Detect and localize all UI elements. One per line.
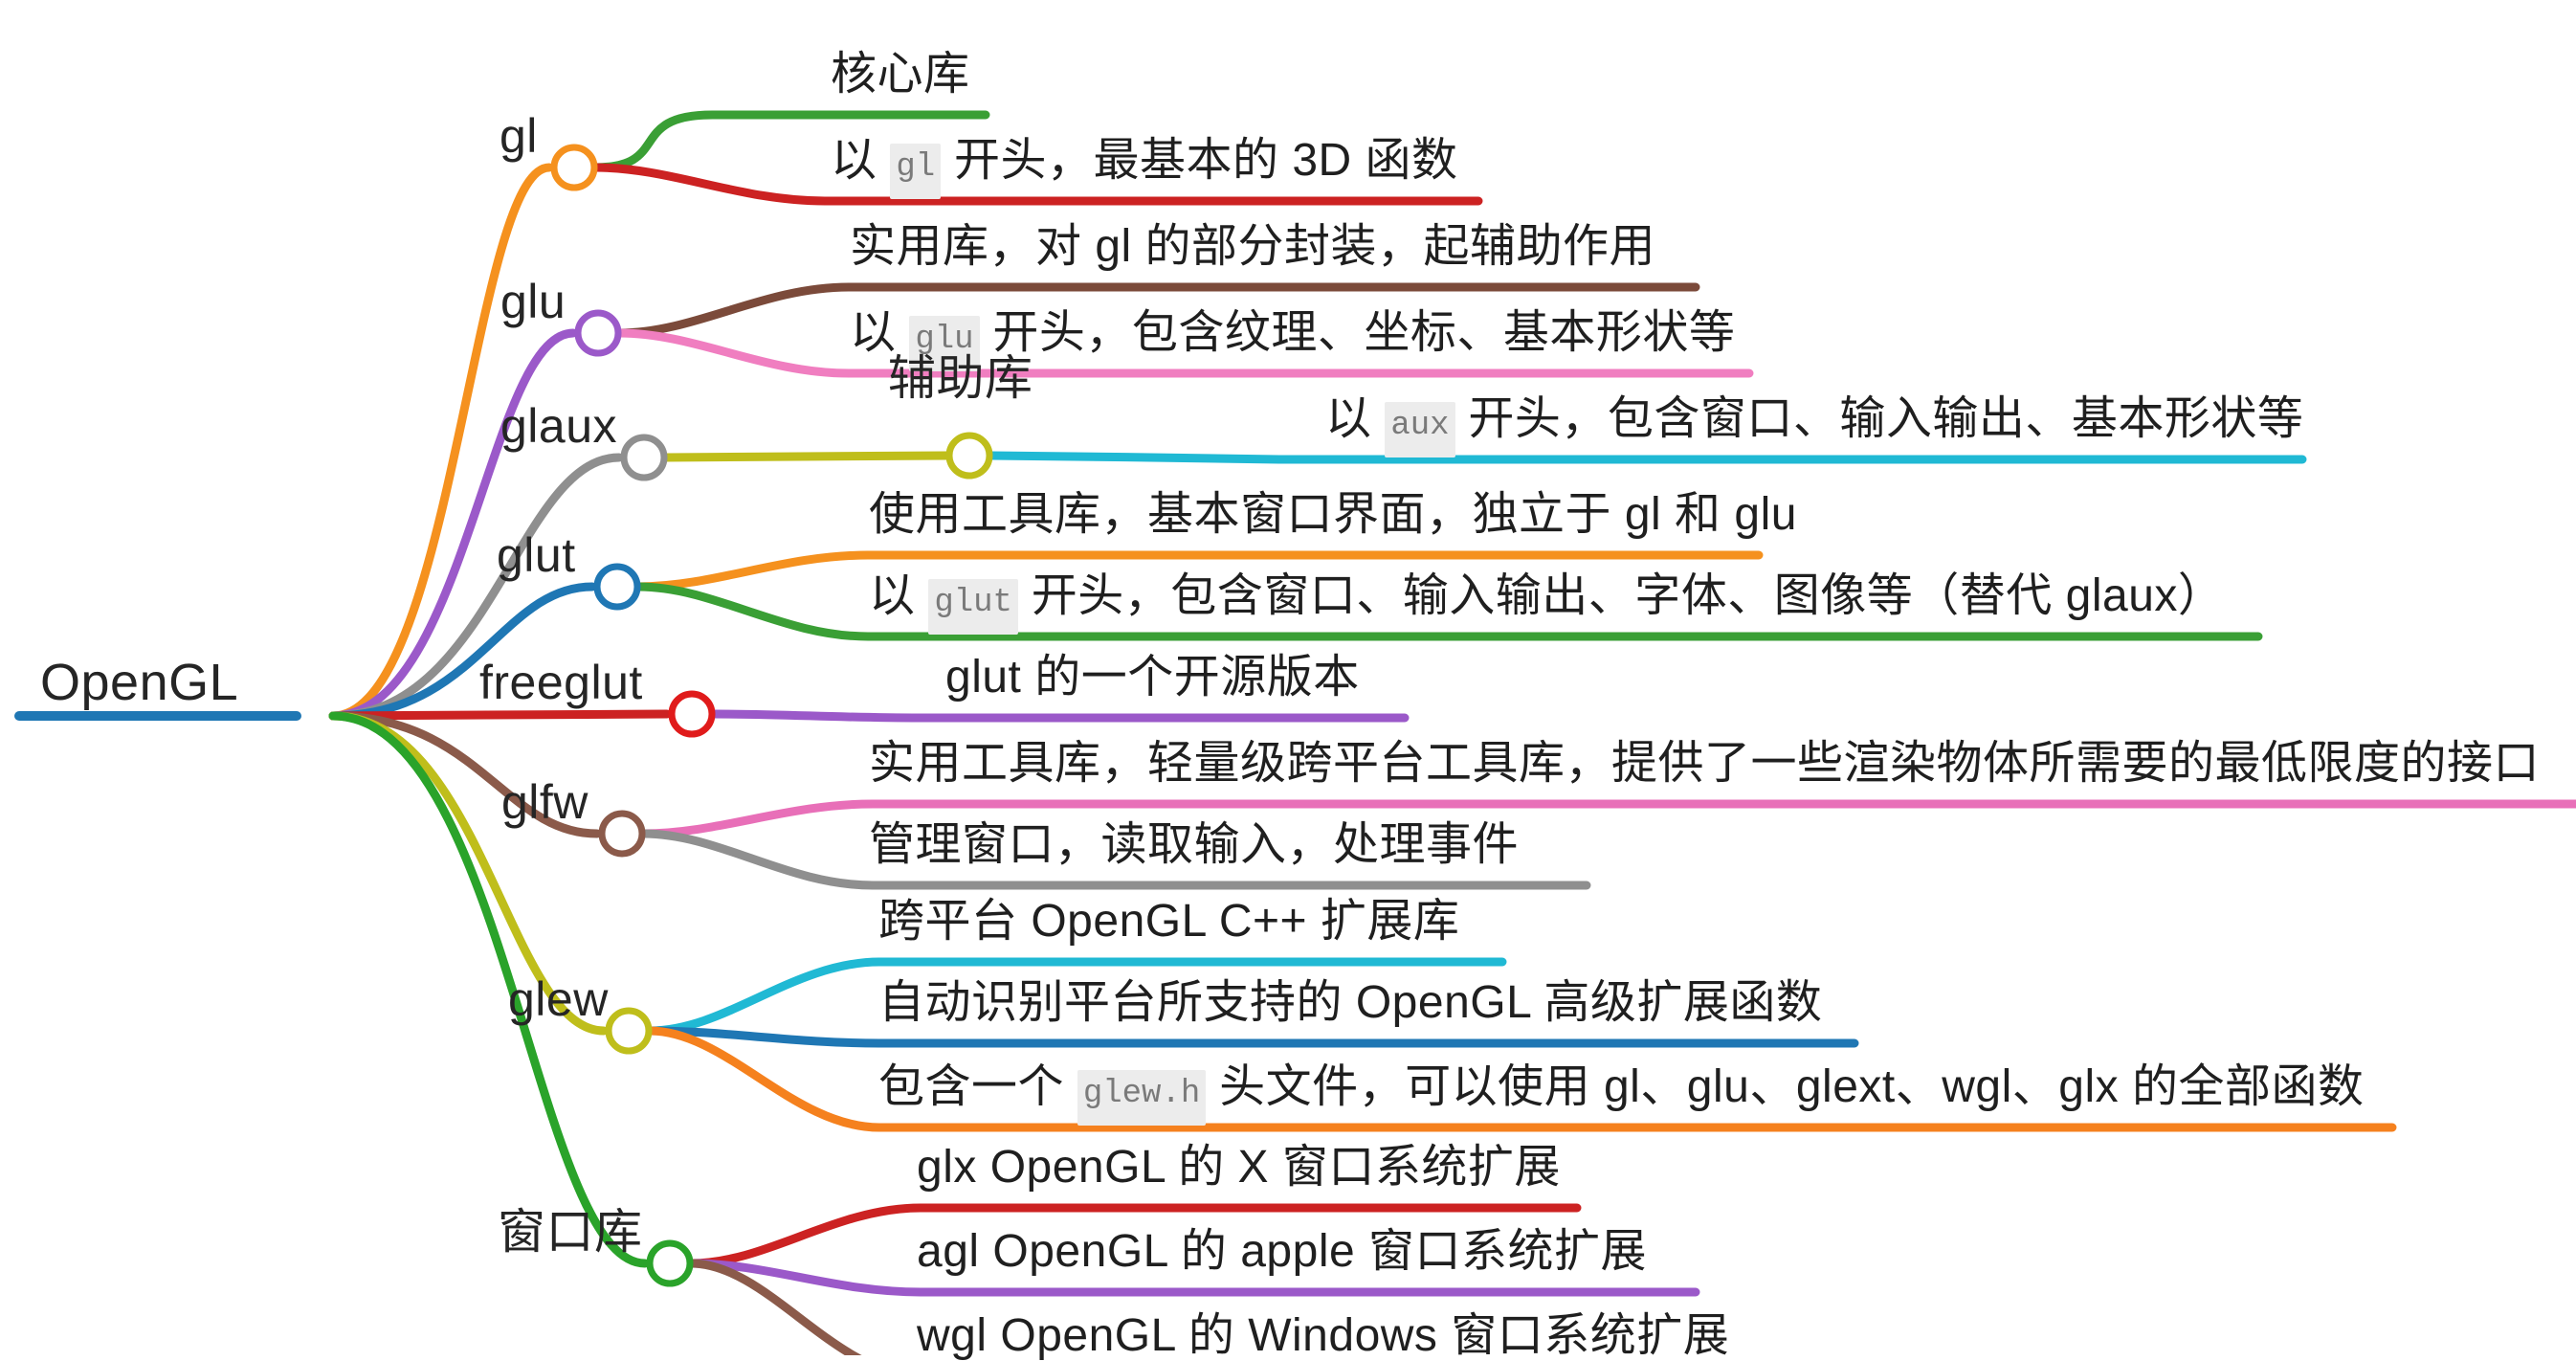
node-glew[interactable] bbox=[605, 1007, 653, 1055]
node-label-glaux-sub: 辅助库 bbox=[888, 351, 1033, 405]
node-label-glu: glu bbox=[500, 275, 566, 328]
node-freeglut[interactable] bbox=[668, 690, 716, 738]
leaf-label: 核心库 bbox=[831, 49, 970, 100]
node-window-lib[interactable] bbox=[646, 1239, 694, 1287]
leaf-label: 以 aux 开头，包含窗口、输入输出、基本形状等 bbox=[1325, 396, 2303, 457]
leaf-label: wgl OpenGL 的 Windows 窗口系统扩展 bbox=[917, 1310, 1730, 1361]
node-label-gl: gl bbox=[500, 109, 538, 163]
node-glaux[interactable] bbox=[620, 434, 668, 481]
node-label-glaux: glaux bbox=[500, 399, 618, 453]
node-label-freeglut: freeglut bbox=[479, 656, 643, 709]
inline-code: glew.h bbox=[1077, 1070, 1207, 1126]
mindmap-canvas: OpenGL gl 核心库以 gl 开头，最基本的 3D 函数 glu 实用库，对 gl… bbox=[0, 0, 2576, 1359]
node-label-glew: glew bbox=[508, 972, 609, 1026]
leaf-label: 管理窗口，读取输入，处理事件 bbox=[869, 819, 1520, 870]
edge-glaux-sub bbox=[660, 451, 951, 462]
leaf-label: 以 gl 开头，最基本的 3D 函数 bbox=[831, 138, 1458, 199]
leaf-label: 实用库，对 gl 的部分封装，起辅助作用 bbox=[850, 221, 1656, 272]
leaf-edge bbox=[645, 1026, 1859, 1048]
node-glaux-sub[interactable] bbox=[945, 432, 993, 480]
leaf-label: 以 glut 开头，包含窗口、输入输出、字体、图像等（替代 glaux） bbox=[869, 573, 2224, 635]
node-label-window-lib: 窗口库 bbox=[498, 1205, 643, 1259]
root-label: OpenGL bbox=[40, 654, 239, 711]
node-label-glut: glut bbox=[497, 528, 576, 582]
node-label-glfw: glfw bbox=[501, 775, 588, 829]
branch-edge-freeglut bbox=[328, 709, 672, 721]
inline-code: glut bbox=[928, 579, 1018, 635]
leaf-label: 使用工具库，基本窗口界面，独立于 gl 和 glu bbox=[869, 489, 1797, 540]
leaf-label: 跨平台 OpenGL C++ 扩展库 bbox=[878, 896, 1460, 947]
leaf-label: 包含一个 glew.h 头文件，可以使用 gl、glu、glext、wgl、gl… bbox=[878, 1064, 2364, 1126]
leaf-label: agl OpenGL 的 apple 窗口系统扩展 bbox=[917, 1226, 1648, 1277]
leaf-label: 实用工具库，轻量级跨平台工具库，提供了一些渲染物体所需要的最低限度的接口 bbox=[869, 738, 2541, 789]
leaf-edge bbox=[986, 451, 2307, 464]
leaf-label: glut 的一个开源版本 bbox=[945, 652, 1360, 703]
leaf-label: 自动识别平台所支持的 OpenGL 高级扩展函数 bbox=[878, 977, 1823, 1028]
leaf-label: 以 glu 开头，包含纹理、坐标、基本形状等 bbox=[850, 310, 1735, 371]
leaf-edge bbox=[708, 709, 1410, 723]
node-glut[interactable] bbox=[593, 563, 641, 611]
node-glfw[interactable] bbox=[598, 810, 646, 858]
inline-code: gl bbox=[890, 144, 942, 199]
inline-code: aux bbox=[1385, 402, 1455, 457]
node-gl[interactable] bbox=[550, 144, 598, 191]
leaf-label: glx OpenGL 的 X 窗口系统扩展 bbox=[917, 1142, 1561, 1193]
node-glu[interactable] bbox=[574, 309, 622, 357]
